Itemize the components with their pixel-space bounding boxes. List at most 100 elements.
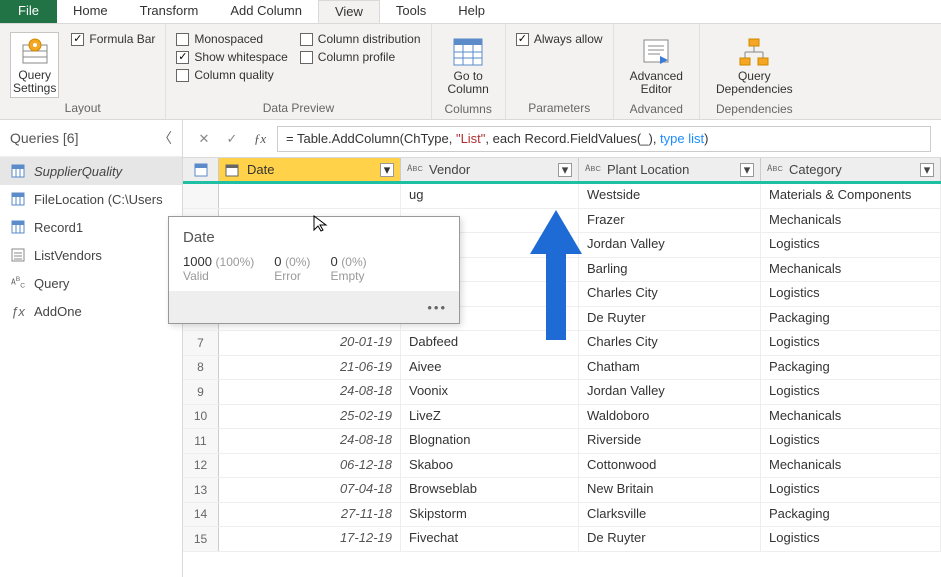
query-item[interactable]: FileLocation (C:\Users — [0, 185, 182, 213]
filter-dropdown-icon[interactable]: ▾ — [740, 163, 754, 177]
cell-vendor[interactable]: Blognation — [401, 429, 579, 453]
query-item[interactable]: ƒxAddOne — [0, 297, 182, 325]
goto-column-button[interactable]: Go to Column — [442, 32, 495, 100]
row-number[interactable]: 11 — [183, 429, 219, 453]
row-number[interactable]: 9 — [183, 380, 219, 404]
cell-category[interactable]: Materials & Components — [761, 184, 941, 208]
cell-plant[interactable]: Clarksville — [579, 503, 761, 527]
column-quality-checkbox[interactable]: Column quality — [176, 68, 287, 82]
cell-category[interactable]: Logistics — [761, 380, 941, 404]
cell-date[interactable]: 06-12-18 — [219, 454, 401, 478]
cell-date[interactable]: 24-08-18 — [219, 429, 401, 453]
cell-plant[interactable]: De Ruyter — [579, 527, 761, 551]
query-item[interactable]: Record1 — [0, 213, 182, 241]
row-number[interactable]: 8 — [183, 356, 219, 380]
cell-plant[interactable]: Waldoboro — [579, 405, 761, 429]
cell-plant[interactable]: Riverside — [579, 429, 761, 453]
column-profile-checkbox[interactable]: Column profile — [300, 50, 421, 64]
formula-input[interactable]: = Table.AddColumn(ChType, "List", each R… — [277, 126, 931, 152]
cell-plant[interactable]: Jordan Valley — [579, 380, 761, 404]
table-row[interactable]: 821-06-19AiveeChathamPackaging — [183, 356, 941, 381]
tooltip-more-button[interactable]: ••• — [169, 291, 459, 323]
filter-dropdown-icon[interactable]: ▾ — [558, 163, 572, 177]
cell-category[interactable]: Logistics — [761, 478, 941, 502]
cell-plant[interactable]: Westside — [579, 184, 761, 208]
filter-dropdown-icon[interactable]: ▾ — [380, 163, 394, 177]
cell-plant[interactable]: Charles City — [579, 282, 761, 306]
cell-plant[interactable]: Cottonwood — [579, 454, 761, 478]
cell-vendor[interactable]: Voonix — [401, 380, 579, 404]
row-number[interactable]: 13 — [183, 478, 219, 502]
row-number[interactable]: 7 — [183, 331, 219, 355]
cell-category[interactable]: Packaging — [761, 356, 941, 380]
cell-date[interactable]: 20-01-19 — [219, 331, 401, 355]
cell-plant[interactable]: Charles City — [579, 331, 761, 355]
cell-vendor[interactable]: Skipstorm — [401, 503, 579, 527]
table-row[interactable]: 1124-08-18BlognationRiversideLogistics — [183, 429, 941, 454]
cell-category[interactable]: Packaging — [761, 503, 941, 527]
cell-category[interactable]: Logistics — [761, 233, 941, 257]
row-header-corner[interactable] — [183, 158, 219, 181]
cell-plant[interactable]: Barling — [579, 258, 761, 282]
cell-plant[interactable]: Frazer — [579, 209, 761, 233]
table-row[interactable]: 1517-12-19FivechatDe RuyterLogistics — [183, 527, 941, 552]
query-item[interactable]: SupplierQuality — [0, 157, 182, 185]
show-whitespace-checkbox[interactable]: Show whitespace — [176, 50, 287, 64]
queries-header[interactable]: Queries [6] 〈 — [0, 120, 182, 157]
row-number[interactable]: 12 — [183, 454, 219, 478]
cell-vendor[interactable]: ug — [401, 184, 579, 208]
cancel-formula-button[interactable]: ✕ — [193, 128, 215, 150]
cell-vendor[interactable]: Browseblab — [401, 478, 579, 502]
cell-vendor[interactable]: Aivee — [401, 356, 579, 380]
menu-transform[interactable]: Transform — [124, 0, 215, 23]
table-row[interactable]: 1025-02-19LiveZWaldoboroMechanicals — [183, 405, 941, 430]
cell-plant[interactable]: De Ruyter — [579, 307, 761, 331]
row-number[interactable] — [183, 184, 219, 208]
query-settings-button[interactable]: Query Settings — [10, 32, 59, 98]
cell-category[interactable]: Packaging — [761, 307, 941, 331]
formula-bar-checkbox[interactable]: Formula Bar — [71, 32, 155, 46]
filter-dropdown-icon[interactable]: ▾ — [920, 163, 934, 177]
cell-date[interactable]: 24-08-18 — [219, 380, 401, 404]
row-number[interactable]: 15 — [183, 527, 219, 551]
cell-date[interactable] — [219, 184, 401, 208]
menu-help[interactable]: Help — [442, 0, 501, 23]
col-header-plant[interactable]: ABC Plant Location ▾ — [579, 158, 761, 181]
cell-category[interactable]: Logistics — [761, 331, 941, 355]
cell-category[interactable]: Logistics — [761, 527, 941, 551]
table-row[interactable]: 1206-12-18SkabooCottonwoodMechanicals — [183, 454, 941, 479]
table-row[interactable]: 1427-11-18SkipstormClarksvillePackaging — [183, 503, 941, 528]
cell-category[interactable]: Logistics — [761, 282, 941, 306]
always-allow-checkbox[interactable]: Always allow — [516, 32, 603, 46]
cell-vendor[interactable]: Fivechat — [401, 527, 579, 551]
menu-home[interactable]: Home — [57, 0, 124, 23]
cell-date[interactable]: 27-11-18 — [219, 503, 401, 527]
cell-category[interactable]: Mechanicals — [761, 454, 941, 478]
table-row[interactable]: 1307-04-18BrowseblabNew BritainLogistics — [183, 478, 941, 503]
advanced-editor-button[interactable]: Advanced Editor — [624, 32, 689, 100]
query-item[interactable]: ABCQuery — [0, 269, 182, 297]
query-dependencies-button[interactable]: Query Dependencies — [710, 32, 799, 100]
menu-tools[interactable]: Tools — [380, 0, 442, 23]
collapse-icon[interactable]: 〈 — [158, 128, 172, 148]
cell-date[interactable]: 25-02-19 — [219, 405, 401, 429]
table-row[interactable]: 924-08-18VoonixJordan ValleyLogistics — [183, 380, 941, 405]
column-distribution-checkbox[interactable]: Column distribution — [300, 32, 421, 46]
cell-date[interactable]: 07-04-18 — [219, 478, 401, 502]
cell-vendor[interactable]: Skaboo — [401, 454, 579, 478]
cell-vendor[interactable]: LiveZ — [401, 405, 579, 429]
query-item[interactable]: ListVendors — [0, 241, 182, 269]
accept-formula-button[interactable]: ✓ — [221, 128, 243, 150]
cell-category[interactable]: Mechanicals — [761, 258, 941, 282]
row-number[interactable]: 10 — [183, 405, 219, 429]
col-header-date[interactable]: Date ▾ — [219, 158, 401, 181]
cell-plant[interactable]: Jordan Valley — [579, 233, 761, 257]
menu-view[interactable]: View — [318, 0, 380, 23]
menu-add-column[interactable]: Add Column — [214, 0, 318, 23]
monospaced-checkbox[interactable]: Monospaced — [176, 32, 287, 46]
table-row[interactable]: ugWestsideMaterials & Components — [183, 184, 941, 209]
cell-plant[interactable]: New Britain — [579, 478, 761, 502]
cell-category[interactable]: Mechanicals — [761, 405, 941, 429]
menu-file[interactable]: File — [0, 0, 57, 23]
cell-date[interactable]: 21-06-19 — [219, 356, 401, 380]
